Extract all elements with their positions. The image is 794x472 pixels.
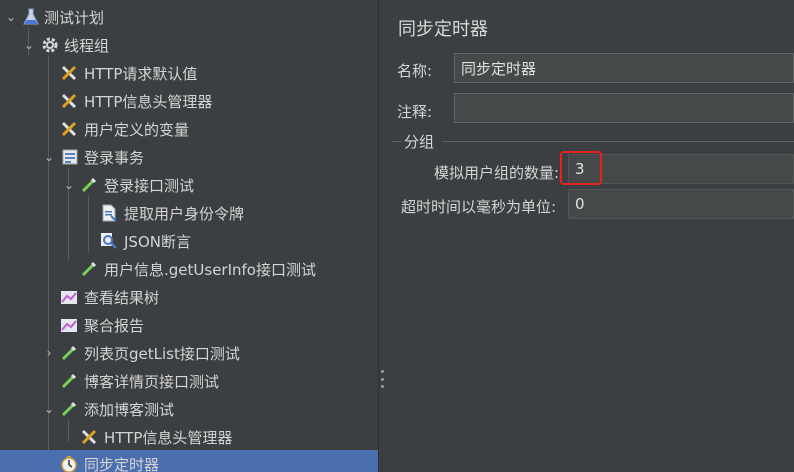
chevron-down-icon[interactable]: ⌄: [22, 38, 36, 52]
stopwatch-icon: [60, 455, 78, 472]
document-icon: [100, 204, 118, 222]
tree-item-label: HTTP请求默认值: [84, 64, 198, 83]
tree-item-aggregate-report[interactable]: 聚合报告: [0, 311, 378, 339]
timeout-field[interactable]: 0: [568, 189, 794, 219]
graph-icon: [60, 288, 78, 306]
group-title: 分组: [404, 133, 435, 151]
tree-item-label: 同步定时器: [84, 455, 160, 472]
wrench-icon: [60, 92, 78, 110]
wrench-icon: [60, 64, 78, 82]
chevron-right-icon[interactable]: ›: [42, 346, 56, 360]
tree-item-label: 聚合报告: [84, 316, 145, 335]
tree-item-test-plan[interactable]: ⌄ 测试计划: [0, 3, 378, 31]
wrench-icon: [80, 428, 98, 446]
tree-item-login-api-test[interactable]: ⌄ 登录接口测试: [0, 171, 378, 199]
drag-handle-icon[interactable]: [381, 370, 384, 388]
tree-item-getlist-test[interactable]: › 列表页getList接口测试: [0, 339, 378, 367]
tree-item-label: 用户信息.getUserInfo接口测试: [104, 260, 316, 279]
tree-item-label: 添加博客测试: [84, 400, 175, 419]
thread-count-label: 模拟用户组的数量:: [434, 164, 560, 182]
chevron-down-icon[interactable]: ⌄: [42, 402, 56, 416]
pipette-icon: [60, 372, 78, 390]
timeout-label: 超时时间以毫秒为单位:: [401, 198, 557, 216]
graph-icon: [60, 316, 78, 334]
pipette-icon: [80, 176, 98, 194]
split-pane-divider[interactable]: [378, 0, 388, 472]
tree-item-label: HTTP信息头管理器: [84, 92, 213, 111]
tree-item-label: 登录接口测试: [104, 176, 195, 195]
magnifier-icon: [100, 232, 118, 250]
tree-item-blog-detail-test[interactable]: 博客详情页接口测试: [0, 367, 378, 395]
tree-item-label: 用户定义的变量: [84, 120, 190, 139]
tree-item-result-tree[interactable]: 查看结果树: [0, 283, 378, 311]
gear-icon: [41, 36, 59, 54]
tree-item-extract-token[interactable]: 提取用户身份令牌: [0, 199, 378, 227]
flask-icon: [22, 8, 40, 26]
wrench-icon: [60, 120, 78, 138]
tree-item-label: HTTP信息头管理器: [104, 428, 233, 447]
pipette-icon: [60, 400, 78, 418]
tree-item-add-blog-test[interactable]: ⌄ 添加博客测试: [0, 395, 378, 423]
test-plan-tree[interactable]: ⌄ 测试计划 ⌄ 线程组 HTTP请求默认值 HTTP信息头管理器 用户定义的变…: [0, 0, 378, 472]
tree-item-label: 列表页getList接口测试: [84, 344, 240, 363]
tree-item-user-variables[interactable]: 用户定义的变量: [0, 115, 378, 143]
tree-item-label: 提取用户身份令牌: [124, 204, 245, 223]
tree-item-label: 测试计划: [44, 8, 105, 27]
highlight-box: [560, 151, 602, 185]
tree-item-thread-group[interactable]: ⌄ 线程组: [0, 31, 378, 59]
name-field[interactable]: 同步定时器: [454, 53, 794, 83]
sync-timer-panel: 同步定时器 名称: 同步定时器 注释: 分组 模拟用户组的数量: 3 超时时间以…: [388, 0, 794, 472]
pipette-icon: [80, 260, 98, 278]
tree-item-label: 查看结果树: [84, 288, 160, 307]
tree-item-label: 线程组: [64, 36, 110, 55]
tree-item-http-defaults[interactable]: HTTP请求默认值: [0, 59, 378, 87]
tree-item-json-assertion[interactable]: JSON断言: [0, 227, 378, 255]
tree-item-label: JSON断言: [124, 232, 191, 251]
transaction-controller-icon: [61, 148, 79, 166]
pipette-icon: [60, 344, 78, 362]
chevron-down-icon[interactable]: ⌄: [42, 150, 56, 164]
panel-title: 同步定时器: [398, 19, 488, 40]
name-label: 名称:: [397, 62, 433, 80]
comment-label: 注释:: [397, 103, 433, 121]
tree-item-label: 登录事务: [84, 148, 145, 167]
tree-item-login-transaction[interactable]: ⌄ 登录事务: [0, 143, 378, 171]
tree-item-header-manager[interactable]: HTTP信息头管理器: [0, 87, 378, 115]
comment-field[interactable]: [454, 93, 794, 123]
tree-item-getuserinfo-test[interactable]: 用户信息.getUserInfo接口测试: [0, 255, 378, 283]
chevron-down-icon[interactable]: ⌄: [62, 178, 76, 192]
tree-item-header-manager-2[interactable]: HTTP信息头管理器: [0, 423, 378, 451]
tree-item-sync-timer[interactable]: 同步定时器: [0, 450, 378, 472]
tree-item-label: 博客详情页接口测试: [84, 372, 220, 391]
chevron-down-icon[interactable]: ⌄: [4, 10, 18, 24]
